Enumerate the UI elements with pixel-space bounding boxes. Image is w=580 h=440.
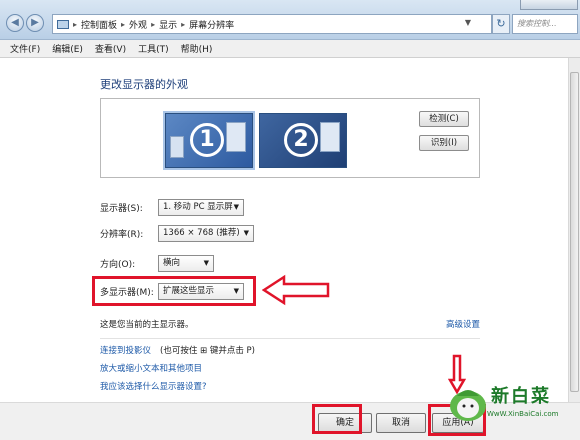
breadcrumb-display[interactable]: 显示	[159, 18, 177, 31]
orientation-label: 方向(O):	[100, 259, 136, 270]
menu-bar: 文件(F) 编辑(E) 查看(V) 工具(T) 帮助(H)	[0, 40, 580, 58]
divider	[100, 338, 480, 339]
address-bar[interactable]: ▸ 控制面板 ▸ 外观 ▸ 显示 ▸ 屏幕分辨率 ▼	[52, 14, 492, 34]
monitor-1[interactable]: 1	[165, 113, 253, 168]
menu-tools[interactable]: 工具(T)	[138, 42, 169, 55]
forward-button[interactable]: ▶	[26, 14, 44, 32]
projector-link[interactable]: 连接到投影仪	[100, 344, 151, 356]
identify-button[interactable]: 识别(I)	[419, 135, 469, 151]
breadcrumb-resolution[interactable]: 屏幕分辨率	[189, 18, 234, 31]
monitor-number: 1	[190, 123, 224, 157]
cabbage-icon	[450, 390, 486, 421]
breadcrumb-appearance[interactable]: 外观	[129, 18, 147, 31]
highlight-box	[312, 404, 362, 434]
control-panel-icon	[57, 19, 69, 29]
window-thumbnail	[320, 122, 340, 152]
orientation-value: 横向	[163, 257, 181, 268]
highlight-box	[92, 276, 256, 306]
breadcrumb-separator: ▸	[73, 19, 78, 29]
chevron-down-icon: ▼	[203, 258, 209, 267]
display-select[interactable]: 1. 移动 PC 显示屏 ▼	[158, 198, 244, 216]
resolution-label: 分辨率(R):	[100, 229, 144, 240]
orientation-row: 方向(O): 横向 ▼	[100, 254, 214, 272]
window-thumbnail	[226, 122, 246, 152]
back-button[interactable]: ◀	[6, 14, 24, 32]
breadcrumb-separator: ▸	[181, 19, 186, 29]
display-row: 显示器(S): 1. 移动 PC 显示屏 ▼	[100, 198, 244, 216]
monitor-2[interactable]: 2	[259, 113, 347, 168]
window-controls[interactable]	[520, 0, 578, 10]
scrollbar-thumb[interactable]	[570, 72, 579, 392]
text-size-link[interactable]: 放大或缩小文本和其他项目	[100, 362, 202, 374]
search-input[interactable]: 搜索控制...	[512, 14, 578, 34]
cancel-button[interactable]: 取消	[376, 413, 426, 433]
menu-file[interactable]: 文件(F)	[10, 42, 40, 55]
breadcrumb-control-panel[interactable]: 控制面板	[81, 18, 117, 31]
chevron-down-icon[interactable]: ▼	[465, 18, 471, 27]
resolution-select[interactable]: 1366 × 768 (推荐) ▼	[158, 224, 254, 242]
orientation-select[interactable]: 横向 ▼	[158, 254, 214, 272]
breadcrumb-separator: ▸	[121, 19, 126, 29]
chevron-down-icon: ▼	[243, 228, 249, 237]
resolution-value: 1366 × 768 (推荐)	[163, 227, 240, 238]
menu-help[interactable]: 帮助(H)	[181, 42, 213, 55]
window-thumbnail	[170, 136, 184, 158]
chevron-down-icon: ▼	[233, 202, 239, 211]
vertical-scrollbar[interactable]	[568, 58, 580, 402]
page-title: 更改显示器的外观	[100, 78, 188, 91]
menu-view[interactable]: 查看(V)	[95, 42, 126, 55]
display-label: 显示器(S):	[100, 203, 143, 214]
refresh-icon[interactable]: ↻	[492, 14, 510, 34]
watermark-logo: 新白菜 WwW.XinBaiCai.com	[445, 376, 575, 430]
title-bar: ◀ ▶ ▸ 控制面板 ▸ 外观 ▸ 显示 ▸ 屏幕分辨率 ▼ ↻ 搜索控制...	[0, 0, 580, 40]
menu-edit[interactable]: 编辑(E)	[52, 42, 83, 55]
detect-button[interactable]: 检测(C)	[419, 111, 469, 127]
advanced-settings-link[interactable]: 高级设置	[446, 318, 480, 330]
watermark-url: WwW.XinBaiCai.com	[487, 410, 559, 418]
primary-display-note: 这是您当前的主显示器。	[100, 320, 194, 330]
breadcrumb-separator: ▸	[151, 19, 156, 29]
monitor-number: 2	[284, 123, 318, 157]
main-content: 更改显示器的外观 1 2 检测(C) 识别(I) 显示器(S): 1. 移动 P…	[0, 58, 568, 402]
resolution-row: 分辨率(R): 1366 × 768 (推荐) ▼	[100, 224, 254, 242]
watermark-name: 新白菜	[491, 386, 551, 407]
projector-hint: (也可按住 ⊞ 键并点击 P)	[160, 346, 255, 356]
arrow-left-icon	[262, 274, 330, 306]
display-value: 1. 移动 PC 显示屏	[163, 201, 233, 212]
monitor-preview: 1 2 检测(C) 识别(I)	[100, 98, 480, 178]
choose-settings-link[interactable]: 我应该选择什么显示器设置?	[100, 380, 207, 392]
